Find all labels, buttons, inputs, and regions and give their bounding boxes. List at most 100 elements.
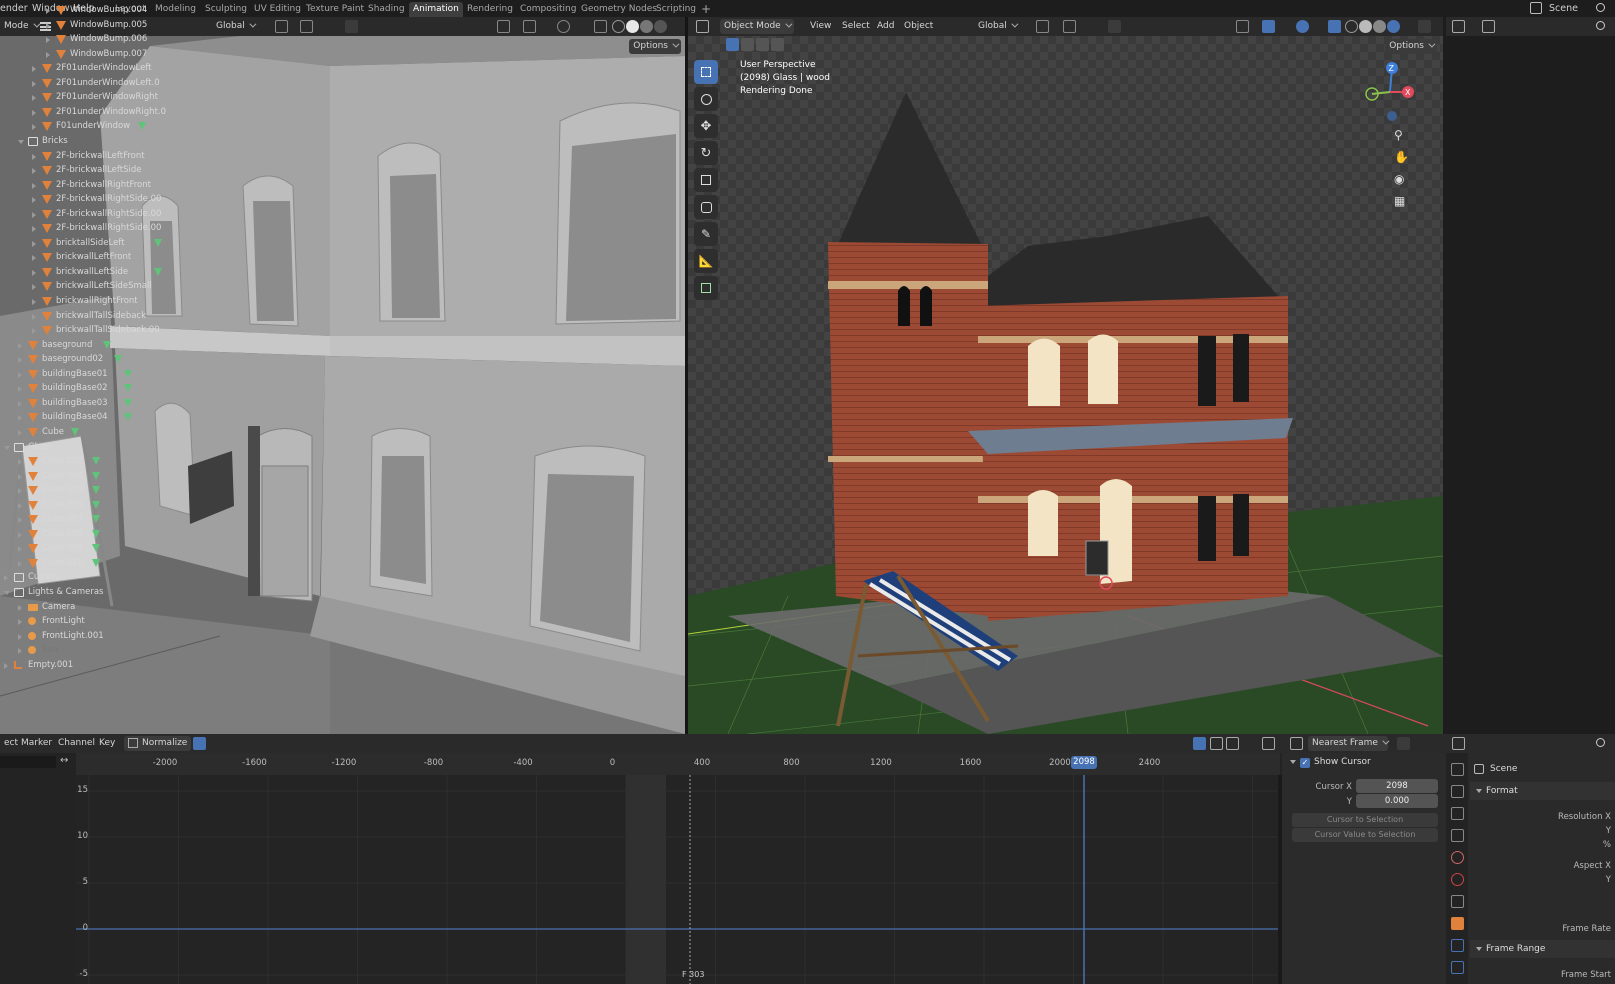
outliner-row[interactable]: 2F-brickwallLeftFront — [0, 149, 169, 164]
expand-closed-icon[interactable] — [32, 269, 36, 276]
zoom-icon[interactable]: ⚲ — [1394, 128, 1409, 142]
expand-closed-icon[interactable] — [32, 109, 36, 116]
graph-plot-area[interactable]: F 303 — [76, 775, 1278, 984]
expand-closed-icon[interactable] — [46, 37, 50, 44]
expand-closed-icon[interactable] — [18, 371, 22, 378]
outliner-row[interactable]: brickwallTallSideback.00 — [0, 323, 169, 338]
rotate-tool[interactable]: ↻ — [694, 141, 718, 165]
snap-icon[interactable] — [1063, 20, 1076, 33]
outliner-row[interactable]: bricktallSideLeft — [0, 236, 169, 251]
outliner-row[interactable]: brickwallLeftSide — [0, 265, 169, 280]
expand-closed-icon[interactable] — [18, 473, 22, 480]
menu-marker[interactable]: Marker — [17, 736, 56, 751]
rendered-shading-icon[interactable] — [1387, 20, 1400, 33]
menu-key[interactable]: Key — [95, 736, 119, 751]
mesh-data-icon[interactable] — [92, 471, 101, 480]
outliner-row[interactable]: buildingBase02 — [0, 381, 169, 396]
tab-geometry-nodes[interactable]: Geometry Nodes — [577, 2, 661, 17]
outliner-row[interactable]: Empty.001 — [0, 658, 169, 673]
outliner-row[interactable]: Cube.005 — [0, 483, 169, 498]
frame-range-panel-header[interactable]: Frame Range — [1470, 940, 1615, 958]
outliner-row[interactable]: 2F01underWindowLeft — [0, 61, 169, 76]
expand-closed-icon[interactable] — [18, 517, 22, 524]
editor-type-icon[interactable] — [696, 20, 709, 33]
display-mode-icon[interactable] — [1482, 20, 1495, 33]
rendered-shading-icon[interactable] — [654, 20, 667, 33]
expand-closed-icon[interactable] — [32, 284, 36, 291]
expand-closed-icon[interactable] — [32, 226, 36, 233]
material-shading-icon[interactable] — [1373, 20, 1386, 33]
cursor-x-field[interactable]: 2098 — [1356, 779, 1438, 793]
particles-tab-icon[interactable] — [1451, 961, 1464, 974]
mesh-data-icon[interactable] — [92, 500, 101, 509]
expand-closed-icon[interactable] — [18, 400, 22, 407]
outliner-row[interactable]: 2F01underWindowRight.0 — [0, 105, 169, 120]
current-frame-indicator[interactable]: 2098 — [1071, 756, 1097, 769]
outliner-row[interactable]: 2F01underWindowRight — [0, 90, 169, 105]
mesh-data-icon[interactable] — [138, 122, 147, 131]
outliner-search-icon[interactable] — [1596, 21, 1605, 30]
outliner-row[interactable]: Cube.006 — [0, 498, 169, 513]
outliner-row[interactable]: Cube — [0, 425, 169, 440]
move-tool[interactable]: ✥ — [694, 114, 718, 138]
navigation-gizmo[interactable]: Z X — [1360, 60, 1420, 122]
channel-search-field[interactable] — [0, 756, 56, 768]
expand-closed-icon[interactable] — [18, 415, 22, 422]
visibility-icon[interactable] — [497, 20, 510, 33]
format-panel-header[interactable]: Format — [1470, 782, 1615, 800]
gizmo-icon[interactable] — [523, 20, 536, 33]
outliner-row[interactable]: WindowBump.006 — [0, 32, 169, 47]
wireframe-shading-icon[interactable] — [1345, 20, 1358, 33]
overlay-icon[interactable] — [1296, 20, 1309, 33]
mesh-data-icon[interactable] — [71, 427, 80, 436]
expand-closed-icon[interactable] — [18, 531, 22, 538]
overlay-icon[interactable] — [557, 20, 570, 33]
tab-animation[interactable]: Animation — [409, 2, 463, 17]
proportional-edit-icon[interactable] — [1108, 20, 1121, 33]
scale-tool[interactable] — [694, 168, 718, 192]
menu-select[interactable]: Select — [838, 19, 874, 34]
cursor-value-to-selection-button[interactable]: Cursor Value to Selection — [1292, 828, 1438, 842]
properties-editor-icon[interactable] — [1452, 737, 1465, 750]
mesh-data-icon[interactable] — [113, 355, 122, 364]
outliner-row[interactable]: FrontLight.001 — [0, 629, 169, 644]
pivot-point-icon[interactable] — [1290, 737, 1303, 750]
cursor-tool[interactable] — [694, 87, 718, 111]
wireframe-shading-icon[interactable] — [612, 20, 625, 33]
right-options-dropdown[interactable]: Options — [1385, 39, 1437, 54]
expand-closed-icon[interactable] — [18, 604, 22, 611]
left-orientation-dropdown[interactable]: Global — [212, 19, 258, 34]
measure-tool[interactable]: 📐 — [694, 249, 718, 273]
ortho-grid-icon[interactable]: ▦ — [1394, 194, 1409, 208]
outliner-row[interactable]: Sun — [0, 643, 169, 658]
properties-search-icon[interactable] — [1596, 738, 1605, 747]
snap-icon[interactable] — [300, 20, 313, 33]
output-tab-icon[interactable] — [1451, 807, 1464, 820]
xray-icon[interactable] — [1328, 20, 1341, 33]
outliner-row[interactable]: baseground02 — [0, 352, 169, 367]
swap-channels-icon[interactable]: ↔ — [60, 755, 68, 766]
expand-closed-icon[interactable] — [18, 386, 22, 393]
outliner-row[interactable]: 2F-brickwallRightSide.00 — [0, 221, 169, 236]
outliner-row[interactable]: Cube.004 — [0, 469, 169, 484]
outliner-editor-icon[interactable] — [1452, 20, 1465, 33]
outliner-row[interactable]: 2F01underWindowLeft.0 — [0, 76, 169, 91]
outliner-row[interactable]: WindowBump.004 — [0, 3, 169, 18]
normalize-toggle[interactable]: Normalize — [124, 736, 192, 751]
select-new-icon[interactable] — [726, 38, 739, 51]
mesh-data-icon[interactable] — [92, 486, 101, 495]
outliner-row[interactable]: WindowBump.005 — [0, 18, 169, 33]
interpolation-dropdown[interactable]: Nearest Frame — [1308, 736, 1388, 751]
auto-normalize-icon[interactable] — [193, 737, 206, 750]
mesh-data-icon[interactable] — [124, 384, 133, 393]
material-shading-icon[interactable] — [640, 20, 653, 33]
only-errors-icon[interactable] — [1226, 737, 1239, 750]
expand-closed-icon[interactable] — [32, 168, 36, 175]
mesh-data-icon[interactable] — [124, 398, 133, 407]
select-box-tool[interactable] — [694, 60, 718, 84]
view-layer-tab-icon[interactable] — [1451, 829, 1464, 842]
outliner-row[interactable]: Cube.009 — [0, 541, 169, 556]
annotate-tool[interactable]: ✎ — [694, 222, 718, 246]
transform-tool[interactable] — [694, 195, 718, 219]
modifier-tab-icon[interactable] — [1451, 939, 1464, 952]
